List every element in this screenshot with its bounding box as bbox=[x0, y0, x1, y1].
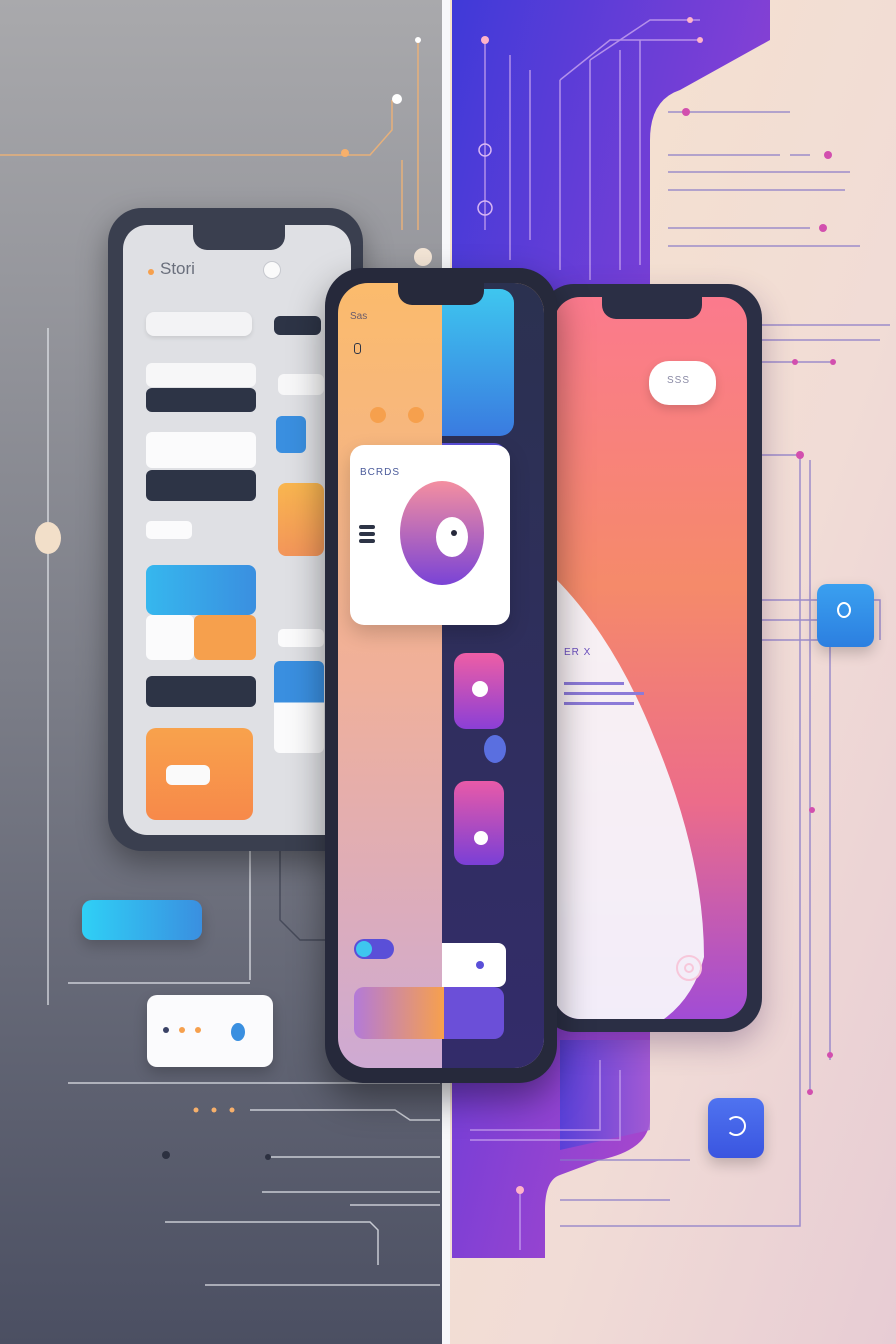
orange-badge[interactable] bbox=[370, 407, 386, 423]
dark-card[interactable] bbox=[146, 470, 256, 501]
bottom-bar[interactable] bbox=[354, 987, 504, 1039]
fingerprint-icon-inner bbox=[684, 963, 694, 973]
blue-side-card[interactable] bbox=[274, 661, 324, 753]
right-phone-screen: SSS ER X bbox=[554, 297, 747, 1019]
orange-tile[interactable] bbox=[278, 483, 324, 556]
menu-dot[interactable] bbox=[354, 343, 361, 354]
pill-label: SSS bbox=[667, 375, 691, 386]
blue-dot-icon bbox=[231, 1023, 245, 1041]
profile-toggle[interactable] bbox=[263, 261, 281, 279]
dot bbox=[163, 1027, 169, 1033]
white-wave bbox=[554, 577, 704, 1019]
donut-chart-icon bbox=[400, 481, 484, 585]
orange-block[interactable] bbox=[194, 615, 256, 660]
blue-banner[interactable] bbox=[146, 565, 256, 615]
right-phone: SSS ER X bbox=[540, 284, 762, 1032]
chart-card[interactable]: BCRDS bbox=[350, 445, 510, 625]
chat-bubble-glyph bbox=[837, 602, 851, 618]
pill-button[interactable] bbox=[278, 374, 324, 395]
dot bbox=[179, 1027, 185, 1033]
small-pill[interactable] bbox=[146, 521, 192, 539]
white-strip[interactable] bbox=[278, 629, 324, 647]
illustration-canvas: Stori SSS ER X Sas BCRDS bbox=[0, 0, 896, 1344]
dark-toolbar[interactable] bbox=[146, 676, 256, 707]
phone-call-icon[interactable] bbox=[708, 1098, 764, 1158]
text-line bbox=[564, 702, 634, 705]
banner-label: ER X bbox=[564, 647, 592, 658]
floating-cyan-bar[interactable] bbox=[82, 900, 202, 940]
chat-bubble-icon[interactable] bbox=[817, 584, 874, 647]
center-phone-screen: Sas BCRDS bbox=[338, 283, 544, 1068]
search-bar[interactable] bbox=[146, 312, 252, 336]
round-toggle[interactable] bbox=[484, 735, 506, 763]
search-pill[interactable]: SSS bbox=[649, 361, 716, 405]
orange-badge[interactable] bbox=[408, 407, 424, 423]
white-block[interactable] bbox=[146, 615, 194, 660]
dot bbox=[195, 1027, 201, 1033]
notch bbox=[398, 283, 484, 305]
status-dot bbox=[148, 269, 154, 275]
blue-header-card[interactable] bbox=[442, 289, 514, 436]
header-label: Sas bbox=[350, 311, 368, 322]
input-card[interactable] bbox=[442, 943, 506, 987]
orange-card-button[interactable] bbox=[166, 765, 210, 785]
media-tile-dot bbox=[474, 831, 488, 845]
list-bar-dark[interactable] bbox=[146, 388, 256, 412]
menu-lines-icon[interactable] bbox=[359, 525, 375, 543]
media-tile-dot bbox=[472, 681, 488, 697]
toggle-knob bbox=[356, 941, 372, 957]
list-card[interactable] bbox=[146, 363, 256, 387]
floating-dots-card[interactable] bbox=[147, 995, 273, 1067]
white-card[interactable] bbox=[146, 432, 256, 468]
text-line bbox=[564, 682, 624, 685]
app-title: Stori bbox=[160, 259, 195, 278]
fingerprint-icon[interactable] bbox=[676, 955, 702, 981]
notch bbox=[193, 225, 285, 250]
left-phone-screen: Stori bbox=[123, 225, 351, 835]
blue-tile[interactable] bbox=[276, 416, 306, 453]
media-tile[interactable] bbox=[454, 781, 504, 865]
toggle-switch[interactable] bbox=[354, 939, 394, 959]
phone-call-glyph bbox=[726, 1116, 746, 1136]
center-phone: Sas BCRDS bbox=[325, 268, 557, 1083]
dark-button[interactable] bbox=[274, 316, 321, 335]
input-card-dot bbox=[476, 961, 484, 969]
text-line bbox=[564, 692, 644, 695]
notch bbox=[602, 297, 702, 319]
media-tile[interactable] bbox=[454, 653, 504, 729]
orange-card[interactable] bbox=[146, 728, 253, 820]
